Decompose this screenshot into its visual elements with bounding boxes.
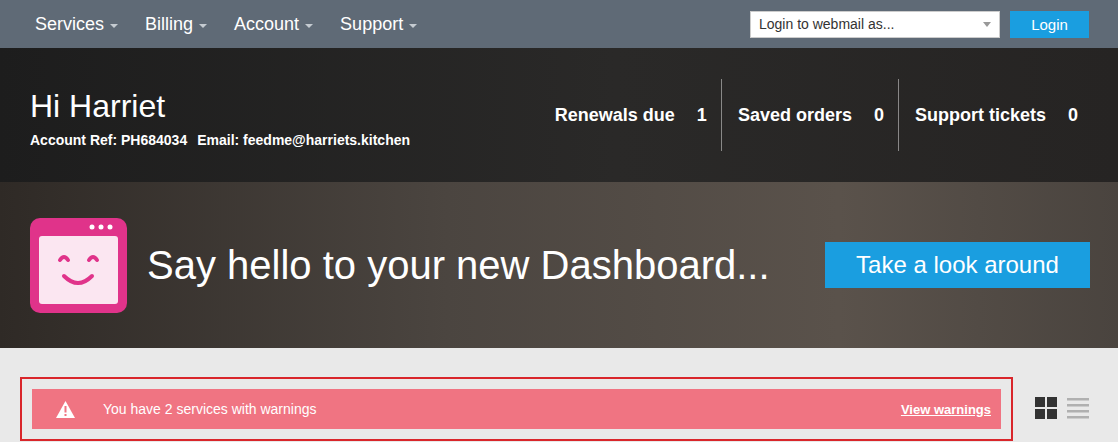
nav-item[interactable]: Account	[234, 14, 313, 35]
banner-title: Say hello to your new Dashboard...	[147, 243, 770, 288]
webmail-select[interactable]: Login to webmail as...	[750, 11, 1000, 38]
nav-menu: Services Billing Account Support	[35, 14, 417, 35]
nav-item[interactable]: Support	[340, 14, 417, 35]
view-mode-button[interactable]	[1035, 397, 1057, 419]
dropdown-arrow-icon	[983, 22, 991, 27]
warning-bar: You have 2 services with warnings View wa…	[32, 389, 1001, 429]
dashboard-icon	[30, 218, 127, 313]
account-header: Hi Harriet Account Ref: PH684034Email: fe…	[0, 48, 1118, 182]
view-mode-toggle	[1035, 377, 1089, 419]
nav-item[interactable]: Billing	[145, 14, 207, 35]
caret-icon	[409, 24, 417, 28]
stats: Renewals due1Saved orders0Support ticket…	[539, 79, 1092, 151]
account-details: Account Ref: PH684034Email: feedme@harri…	[30, 132, 410, 148]
greeting: Hi Harriet Account Ref: PH684034Email: fe…	[30, 88, 410, 149]
view-mode-button[interactable]	[1067, 397, 1089, 419]
list-icon	[1067, 397, 1089, 419]
caret-icon	[110, 24, 118, 28]
nav-item[interactable]: Services	[35, 14, 118, 35]
warning-icon	[56, 401, 75, 418]
welcome-banner: Say hello to your new Dashboard... Take a…	[0, 182, 1118, 348]
greeting-title: Hi Harriet	[30, 88, 410, 125]
warning-highlight: You have 2 services with warnings View wa…	[20, 377, 1013, 441]
webmail-login: Login to webmail as... Login	[750, 11, 1089, 38]
stat-item[interactable]: Renewals due1	[539, 79, 721, 151]
login-button[interactable]: Login	[1010, 11, 1089, 38]
warning-message: You have 2 services with warnings	[103, 401, 317, 417]
tour-button[interactable]: Take a look around	[825, 242, 1090, 288]
stat-item[interactable]: Saved orders0	[721, 79, 898, 151]
caret-icon	[305, 24, 313, 28]
dashboard-page: Services Billing Account Support Login to we…	[0, 0, 1118, 442]
nav-bar: Services Billing Account Support Login to we…	[0, 0, 1118, 48]
grid-icon	[1035, 397, 1057, 419]
caret-icon	[199, 24, 207, 28]
view-warnings-link[interactable]: View warnings	[901, 402, 991, 417]
content-area: You have 2 services with warnings View wa…	[0, 348, 1118, 442]
stat-item[interactable]: Support tickets0	[898, 79, 1092, 151]
